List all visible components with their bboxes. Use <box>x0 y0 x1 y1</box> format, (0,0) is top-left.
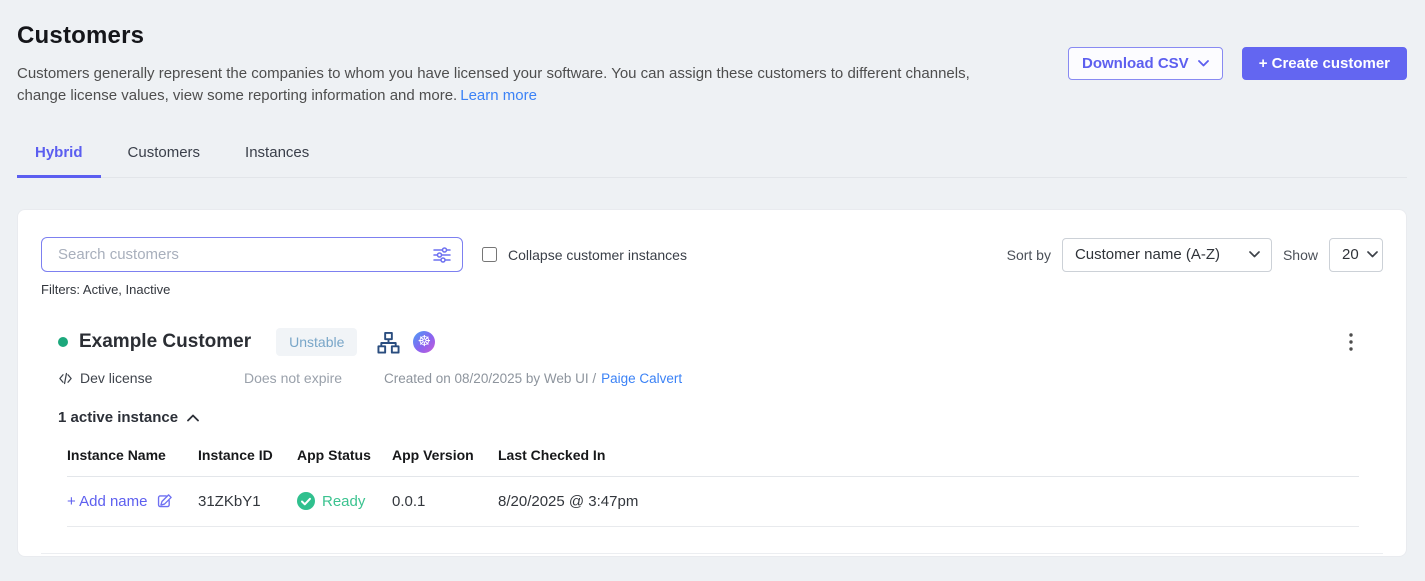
collapse-instances-checkbox[interactable] <box>482 247 497 262</box>
kubernetes-icon: ☸ <box>413 331 435 353</box>
customers-page: Customers Customers generally represent … <box>0 0 1425 581</box>
instance-name-cell: + Add name <box>67 477 198 527</box>
customer-meta-row: Dev license Does not expire Created on 0… <box>58 370 1383 386</box>
column-header-app-version: App Version <box>392 447 498 477</box>
check-circle-icon <box>297 492 315 510</box>
filter-sliders-icon[interactable] <box>432 245 452 265</box>
column-header-instance-name: Instance Name <box>67 447 198 477</box>
show-select-value: 20 <box>1342 246 1359 263</box>
page-title: Customers <box>17 22 1407 50</box>
page-description: Customers generally represent the compan… <box>17 63 992 107</box>
add-name-label: + Add name <box>67 493 147 510</box>
sort-select-value: Customer name (A-Z) <box>1075 246 1220 263</box>
app-status: Ready <box>297 492 365 510</box>
code-license-icon <box>58 371 73 386</box>
collapse-instances-label: Collapse customer instances <box>508 247 687 263</box>
download-csv-button[interactable]: Download CSV <box>1068 47 1223 80</box>
header-actions: Download CSV + Create customer <box>1068 47 1407 80</box>
chevron-down-icon <box>1249 251 1260 258</box>
search-input[interactable] <box>41 237 463 272</box>
license-type: Dev license <box>58 370 244 386</box>
page-header: Customers Customers generally represent … <box>0 0 1425 107</box>
show-label: Show <box>1283 247 1318 263</box>
customer-name-link[interactable]: Example Customer <box>79 331 251 353</box>
column-header-app-status: App Status <box>297 447 392 477</box>
tab-bar: Hybrid Customers Instances <box>17 144 1407 178</box>
create-customer-button[interactable]: + Create customer <box>1242 47 1407 80</box>
license-type-label: Dev license <box>80 370 152 386</box>
column-header-instance-id: Instance ID <box>198 447 297 477</box>
toolbar: Collapse customer instances Sort by Cust… <box>41 237 1383 272</box>
instances-toggle[interactable]: 1 active instance <box>58 409 199 426</box>
sort-controls: Sort by Customer name (A-Z) Show 20 <box>1007 238 1383 272</box>
chevron-down-icon <box>1367 251 1378 258</box>
app-status-cell: Ready <box>297 477 392 527</box>
filters-summary: Filters: Active, Inactive <box>41 282 1383 297</box>
kebab-menu-button[interactable] <box>1343 331 1359 353</box>
edit-pencil-icon <box>156 493 173 510</box>
customer-block-divider <box>41 553 1383 554</box>
customer-block: Example Customer Unstable ☸ <box>41 328 1383 554</box>
add-name-button[interactable]: + Add name <box>67 493 173 510</box>
created-by-link[interactable]: Paige Calvert <box>601 371 682 386</box>
app-version-cell: 0.0.1 <box>392 477 498 527</box>
sort-by-label: Sort by <box>1007 247 1051 263</box>
license-expiration: Does not expire <box>244 370 384 386</box>
customers-card: Collapse customer instances Sort by Cust… <box>17 209 1407 557</box>
collapse-instances-control: Collapse customer instances <box>482 247 687 263</box>
tab-customers[interactable]: Customers <box>110 144 219 178</box>
show-select[interactable]: 20 <box>1329 238 1383 272</box>
sort-select[interactable]: Customer name (A-Z) <box>1062 238 1272 272</box>
instances-toggle-label: 1 active instance <box>58 409 178 426</box>
search-box <box>41 237 463 272</box>
sitemap-icon <box>377 331 400 354</box>
learn-more-link[interactable]: Learn more <box>460 87 537 104</box>
tab-instances[interactable]: Instances <box>227 144 327 178</box>
channel-badge: Unstable <box>276 328 357 356</box>
download-csv-label: Download CSV <box>1082 55 1189 72</box>
instance-table: Instance Name Instance ID App Status App… <box>67 447 1359 527</box>
app-status-label: Ready <box>322 493 365 510</box>
column-header-last-checked-in: Last Checked In <box>498 447 1359 477</box>
created-text: Created on 08/20/2025 by Web UI / <box>384 371 596 386</box>
last-checked-in-cell: 8/20/2025 @ 3:47pm <box>498 477 1359 527</box>
customer-header-row: Example Customer Unstable ☸ <box>41 328 1383 356</box>
created-info: Created on 08/20/2025 by Web UI / Paige C… <box>384 371 682 386</box>
instance-id-cell: 31ZKbY1 <box>198 477 297 527</box>
tab-hybrid[interactable]: Hybrid <box>17 144 101 178</box>
chevron-down-icon <box>1198 60 1209 67</box>
chevron-up-icon <box>187 414 199 422</box>
active-status-dot <box>58 337 68 347</box>
